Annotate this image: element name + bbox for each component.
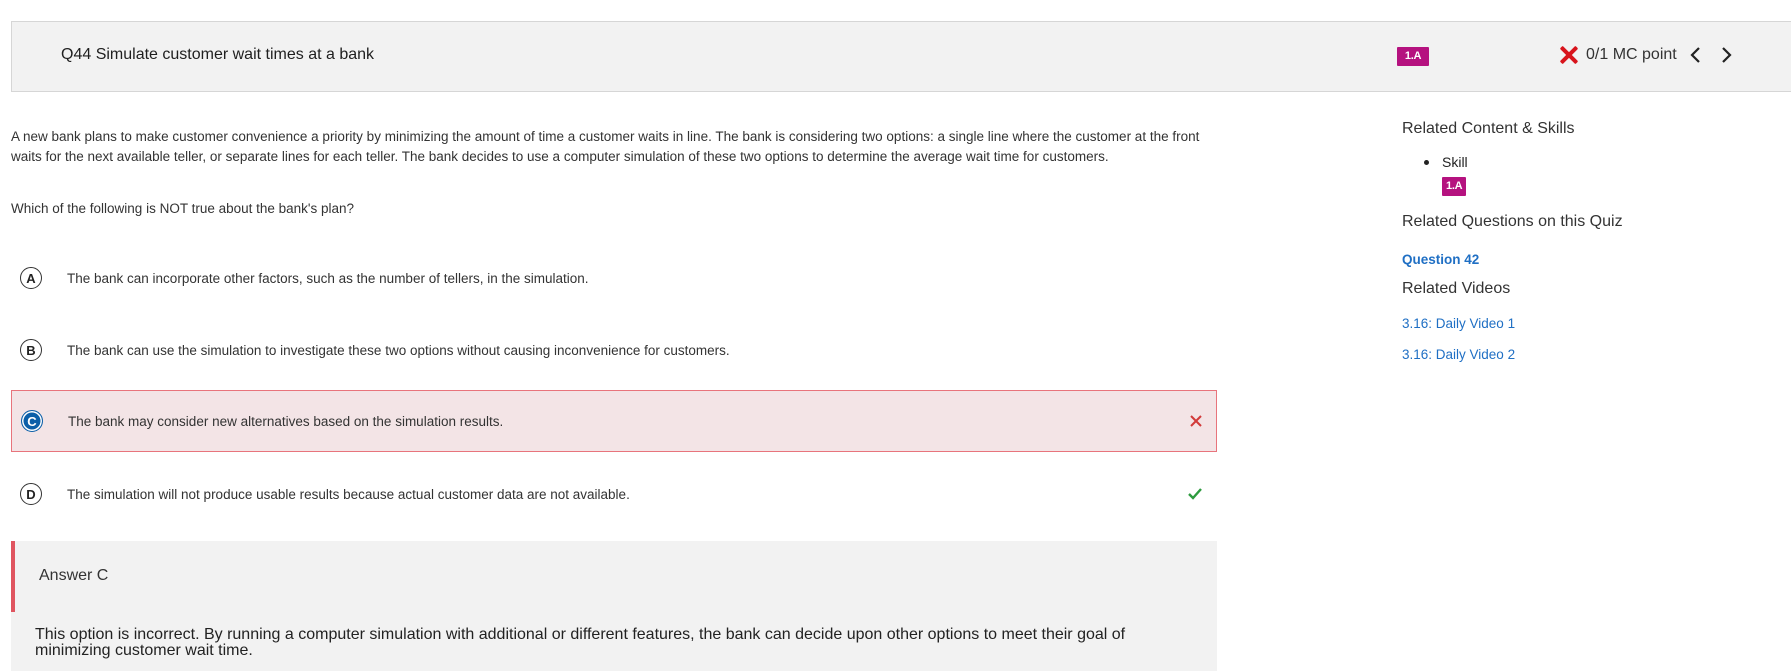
answer-explanation: Answer C This option is incorrect. By ru… <box>11 541 1217 671</box>
chevron-right-icon <box>1721 47 1732 63</box>
choice-b[interactable]: B The bank can use the simulation to inv… <box>11 319 1217 381</box>
video-link-1[interactable]: 3.16: Daily Video 1 <box>1402 316 1782 331</box>
incorrect-x-icon <box>1190 415 1202 427</box>
choice-letter-d: D <box>20 483 42 505</box>
question-stem: A new bank plans to make customer conven… <box>11 129 1200 164</box>
video-link-2[interactable]: 3.16: Daily Video 2 <box>1402 347 1782 362</box>
related-videos-heading: Related Videos <box>1402 280 1511 297</box>
choice-d[interactable]: D The simulation will not produce usable… <box>11 463 1217 525</box>
question-prompt: Which of the following is NOT true about… <box>11 201 355 216</box>
related-question-link[interactable]: Question 42 <box>1402 252 1782 267</box>
question-title: Q44 Simulate customer wait times at a ba… <box>61 46 375 63</box>
choice-letter-c: C <box>21 410 43 432</box>
score-area: 0/1 MC point <box>1558 44 1737 66</box>
skill-list-item: Skill <box>1424 154 1782 170</box>
sidebar: Related Content & Skills Skill 1.A Relat… <box>1402 120 1782 362</box>
chevron-left-icon <box>1690 47 1700 63</box>
score-text: 0/1 MC point <box>1586 46 1677 63</box>
choice-text: The bank may consider new alternatives b… <box>68 413 504 429</box>
choice-a[interactable]: A The bank can incorporate other factors… <box>11 247 1217 309</box>
correct-check-icon <box>1188 488 1202 500</box>
skill-label: Skill <box>1442 154 1468 170</box>
skills-list: Skill 1.A <box>1424 154 1782 196</box>
skill-badge[interactable]: 1.A <box>1397 47 1429 66</box>
sidebar-skill-badge[interactable]: 1.A <box>1442 177 1467 196</box>
x-icon <box>1558 44 1580 66</box>
choice-c[interactable]: C The bank may consider new alternatives… <box>11 390 1217 452</box>
choice-text: The simulation will not produce usable r… <box>67 486 630 502</box>
choice-letter-a: A <box>20 267 42 289</box>
next-question-button[interactable] <box>1715 44 1737 66</box>
choice-text: The bank can incorporate other factors, … <box>67 270 589 286</box>
bullet <box>1424 159 1429 165</box>
related-questions-heading: Related Questions on this Quiz <box>1402 213 1623 230</box>
answer-label: Answer C <box>39 567 109 584</box>
previous-question-button[interactable] <box>1685 44 1707 66</box>
explanation-text: This option is incorrect. By running a c… <box>35 626 1126 659</box>
related-content-heading: Related Content & Skills <box>1402 120 1575 137</box>
choice-letter-b: B <box>20 339 42 361</box>
choice-text: The bank can use the simulation to inves… <box>67 342 730 358</box>
explanation-accent-bar <box>11 541 15 612</box>
question-header: Q44 Simulate customer wait times at a ba… <box>11 21 1791 92</box>
